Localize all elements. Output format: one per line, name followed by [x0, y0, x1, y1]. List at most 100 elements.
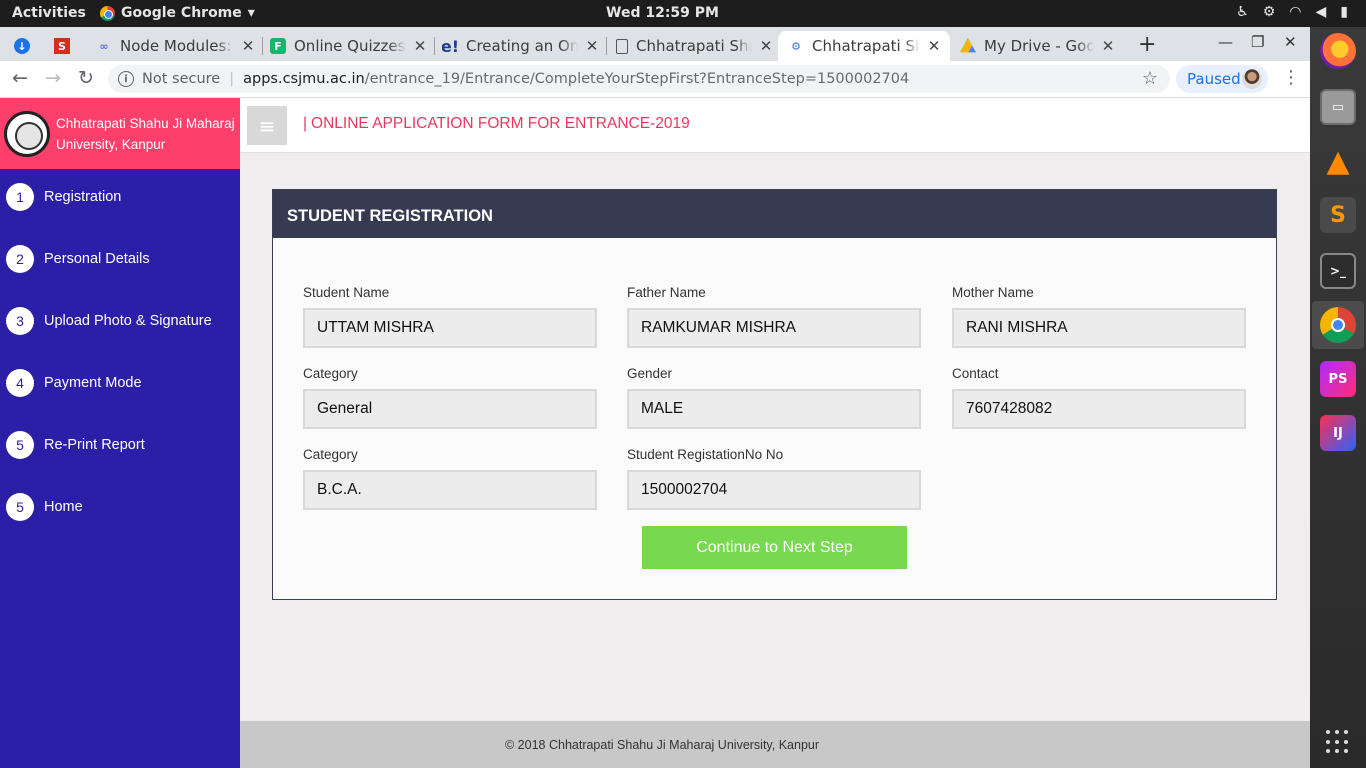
maximize-icon[interactable]: ❐	[1251, 33, 1264, 51]
registration-no-field: Student RegistationNo No 1500002704	[627, 447, 921, 510]
window-close-icon[interactable]: ✕	[1284, 33, 1297, 51]
url-path: /entrance_19/Entrance/CompleteYourStepFi…	[364, 71, 910, 87]
page-header: ≡ | ONLINE APPLICATION FORM FOR ENTRANCE-…	[240, 98, 1310, 153]
course-input[interactable]: B.C.A.	[303, 470, 597, 510]
firefox-icon[interactable]	[1320, 33, 1356, 69]
contact-field: Contact 7607428082	[952, 366, 1246, 429]
course-field: Category B.C.A.	[303, 447, 597, 510]
sidebar-item-label: Re-Print Report	[44, 437, 145, 453]
phpstorm-icon[interactable]: PS	[1320, 361, 1356, 397]
tab-s-site[interactable]: S	[54, 31, 80, 61]
files-icon[interactable]: ▭	[1320, 89, 1356, 125]
university-brand[interactable]: Chhatrapati Shahu Ji Maharaj University,…	[0, 98, 240, 169]
tab-node-modules[interactable]: ∞ Node Modules: C ✕	[96, 31, 256, 61]
student-name-field: Student Name UTTAM MISHRA	[303, 285, 597, 348]
gender-input[interactable]: MALE	[627, 389, 921, 429]
back-icon[interactable]: ←	[12, 67, 28, 89]
close-icon[interactable]: ✕	[758, 37, 774, 55]
sidebar-item-home[interactable]: 5 Home	[6, 492, 83, 522]
minimize-icon[interactable]: —	[1218, 33, 1233, 51]
sidebar-item-label: Payment Mode	[44, 375, 142, 391]
show-applications-icon[interactable]	[1326, 730, 1350, 754]
field-label: Category	[303, 447, 358, 462]
chrome-icon[interactable]	[1320, 307, 1356, 343]
sidebar-item-payment-mode[interactable]: 4 Payment Mode	[6, 368, 142, 398]
tab-download[interactable]: ↓	[14, 31, 40, 61]
sidebar-item-personal-details[interactable]: 2 Personal Details	[6, 244, 150, 274]
more-menu-icon[interactable]: ⋮	[1282, 67, 1300, 88]
father-name-input[interactable]: RAMKUMAR MISHRA	[627, 308, 921, 348]
tab-chhatrapati-active[interactable]: ⚙ Chhatrapati Sha ✕	[778, 31, 950, 61]
wifi-icon[interactable]: ◠	[1289, 4, 1301, 20]
tab-strip: ↓ S ∞ Node Modules: C ✕ F Online Quizzes…	[0, 27, 1310, 61]
close-icon[interactable]: ✕	[584, 37, 600, 55]
university-name-line1: Chhatrapati Shahu Ji Maharaj	[56, 115, 235, 131]
menu-toggle-button[interactable]: ≡	[247, 106, 287, 145]
tab-my-drive[interactable]: My Drive - Goog ✕	[960, 31, 1116, 61]
accessibility-icon[interactable]: ♿	[1236, 4, 1249, 20]
chevron-down-icon: ▾	[247, 5, 255, 21]
steps-sidebar: 1 Registration 2 Personal Details 3 Uplo…	[0, 169, 240, 768]
network-icon[interactable]: ⚙	[1263, 4, 1276, 20]
sublime-icon[interactable]: S	[1320, 197, 1356, 233]
site-icon: ⚙	[791, 39, 801, 53]
gender-field: Gender MALE	[627, 366, 921, 429]
tab-label: Chhatrapati Sha	[812, 37, 920, 55]
tab-online-quizzes[interactable]: F Online Quizzes | ✕	[270, 31, 428, 61]
tab-label: Creating an Onl	[466, 37, 578, 55]
document-icon	[616, 38, 628, 54]
volume-icon[interactable]: ◀	[1316, 4, 1327, 20]
field-label: Gender	[627, 366, 673, 381]
address-bar[interactable]: i Not secure | apps.csjmu.ac.in /entranc…	[108, 65, 1170, 93]
download-icon: ↓	[14, 38, 30, 54]
tab-separator	[262, 37, 263, 55]
app-menu[interactable]: Google Chrome ▾	[100, 5, 255, 21]
tab-label: Node Modules: C	[120, 37, 234, 55]
hamburger-icon: ≡	[258, 113, 276, 138]
field-label: Student Name	[303, 285, 390, 300]
field-label: Father Name	[627, 285, 706, 300]
mother-name-input[interactable]: RANI MISHRA	[952, 308, 1246, 348]
profile-status: Paused	[1187, 70, 1241, 88]
sidebar-item-upload-photo[interactable]: 3 Upload Photo & Signature	[6, 306, 212, 336]
registration-no-input[interactable]: 1500002704	[627, 470, 921, 510]
info-icon[interactable]: i	[118, 71, 134, 87]
tab-creating-online[interactable]: e! Creating an Onl ✕	[442, 31, 600, 61]
intellij-icon[interactable]: IJ	[1320, 415, 1356, 451]
bookmark-star-icon[interactable]: ☆	[1142, 68, 1158, 89]
contact-input[interactable]: 7607428082	[952, 389, 1246, 429]
field-label: Contact	[952, 366, 999, 381]
tab-chhatrapati-1[interactable]: Chhatrapati Sha ✕	[616, 31, 774, 61]
new-tab-button[interactable]: +	[1138, 32, 1156, 57]
terminal-icon[interactable]: >_	[1320, 253, 1356, 289]
continue-button[interactable]: Continue to Next Step	[642, 526, 907, 569]
system-tray[interactable]: ♿ ⚙ ◠ ◀ ▮	[1236, 4, 1348, 20]
close-icon[interactable]: ✕	[1100, 37, 1116, 55]
category-input[interactable]: General	[303, 389, 597, 429]
card-title: STUDENT REGISTRATION	[273, 190, 1276, 238]
forward-icon[interactable]: →	[45, 67, 61, 89]
category-field: Category General	[303, 366, 597, 429]
form-title-text: ONLINE APPLICATION FORM FOR ENTRANCE-201…	[311, 115, 690, 132]
web-page: Chhatrapati Shahu Ji Maharaj University,…	[0, 98, 1310, 768]
close-icon[interactable]: ✕	[412, 37, 428, 55]
step-number: 5	[6, 431, 34, 459]
sidebar-item-registration[interactable]: 1 Registration	[6, 182, 121, 212]
father-name-field: Father Name RAMKUMAR MISHRA	[627, 285, 921, 348]
activities-button[interactable]: Activities	[12, 5, 86, 21]
sidebar-item-reprint-report[interactable]: 5 Re-Print Report	[6, 430, 145, 460]
system-top-bar: Activities Google Chrome ▾ Wed 12:59 PM …	[0, 0, 1366, 27]
student-name-input[interactable]: UTTAM MISHRA	[303, 308, 597, 348]
close-icon[interactable]: ✕	[240, 37, 256, 55]
copyright-text: © 2018 Chhatrapati Shahu Ji Maharaj Univ…	[505, 738, 820, 752]
close-icon[interactable]: ✕	[926, 37, 942, 55]
reload-icon[interactable]: ↻	[78, 67, 94, 89]
security-status: Not secure	[142, 71, 221, 87]
clock[interactable]: Wed 12:59 PM	[606, 5, 719, 21]
vlc-icon[interactable]: ▲	[1320, 143, 1356, 179]
sidebar-item-label: Home	[44, 499, 83, 515]
profile-button[interactable]: Paused	[1176, 65, 1268, 93]
avatar	[1242, 69, 1262, 89]
battery-icon[interactable]: ▮	[1340, 4, 1348, 20]
quiz-icon: F	[270, 38, 286, 54]
